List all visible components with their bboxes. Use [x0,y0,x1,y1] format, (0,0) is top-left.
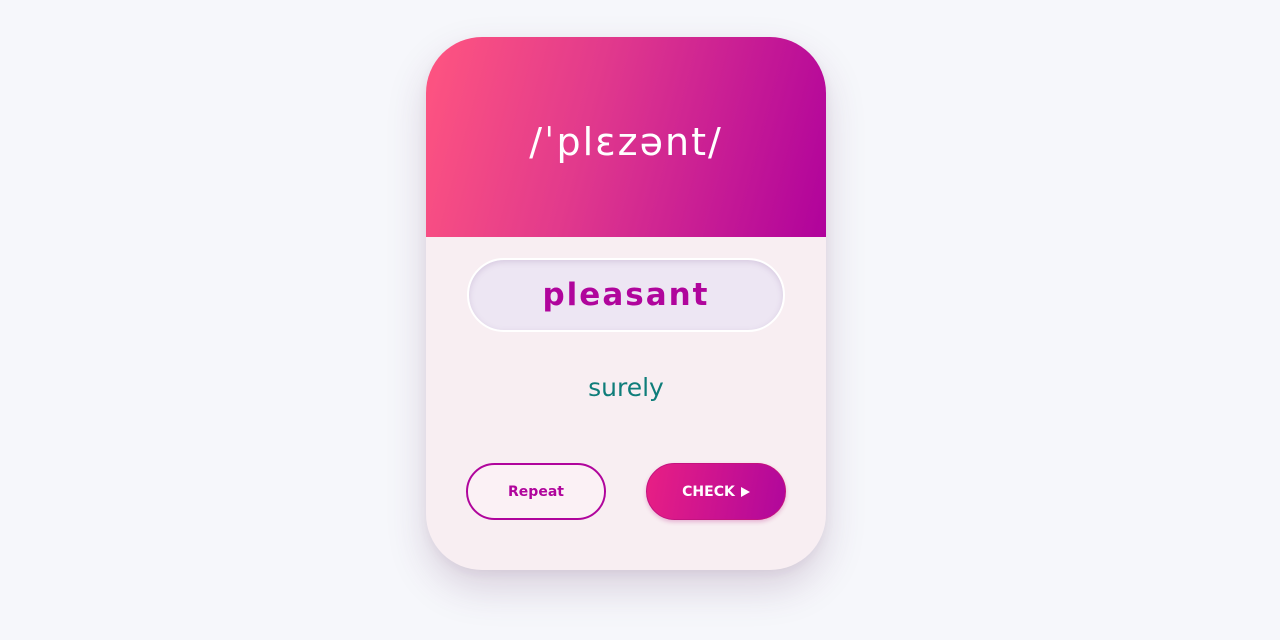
check-button-label: CHECK [682,483,735,500]
word-text: pleasant [542,277,710,313]
card-header: /ˈplɛzənt/ [426,37,826,237]
play-icon [740,486,750,497]
check-button[interactable]: CHECK [646,463,786,520]
hint-text: surely [588,373,664,402]
repeat-button-label: Repeat [508,483,564,500]
flashcard: /ˈplɛzənt/ pleasant surely Repeat CHECK [426,37,826,570]
word-display: pleasant [467,258,785,332]
repeat-button[interactable]: Repeat [466,463,606,520]
phonetic-transcription: /ˈplɛzənt/ [529,120,723,164]
